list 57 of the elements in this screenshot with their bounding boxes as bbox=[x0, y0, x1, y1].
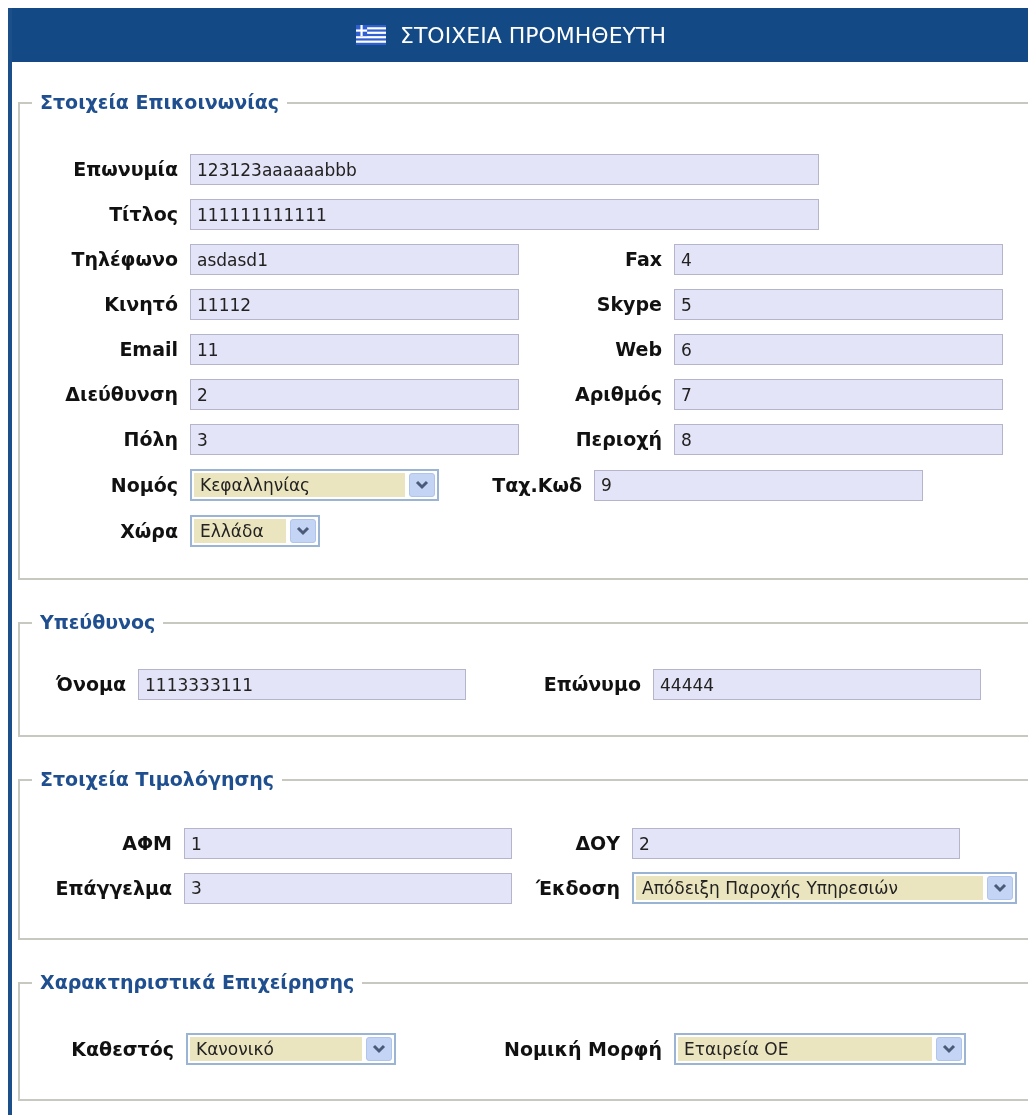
text-field[interactable]: 3 bbox=[190, 424, 519, 455]
text-field[interactable]: 123123aaaaaabbb bbox=[190, 154, 819, 185]
text-field[interactable]: 6 bbox=[674, 334, 1003, 365]
field-label: Web bbox=[614, 337, 662, 363]
field-label: Νομός bbox=[109, 472, 178, 498]
dropdown[interactable]: Κανονικό bbox=[186, 1033, 396, 1065]
field-label: Τίτλος bbox=[108, 202, 178, 228]
field-label: Αριθμός bbox=[573, 382, 662, 408]
dropdown[interactable]: Απόδειξη Παροχής Υπηρεσιών bbox=[632, 872, 1017, 904]
section-legend: Χαρακτηριστικά Επιχείρησης bbox=[32, 970, 363, 994]
dropdown[interactable]: Εταιρεία ΟΕ bbox=[674, 1033, 966, 1065]
chevron-down-icon bbox=[372, 1044, 386, 1054]
text-field[interactable]: 8 bbox=[674, 424, 1003, 455]
text-field[interactable]: 1113333111 bbox=[138, 669, 466, 700]
chevron-down-icon bbox=[942, 1044, 956, 1054]
text-field[interactable]: 11 bbox=[190, 334, 519, 365]
text-field[interactable]: 1 bbox=[184, 828, 512, 859]
field-label: Πόλη bbox=[122, 427, 178, 453]
field-label: Επώνυμο bbox=[542, 672, 641, 698]
text-field[interactable]: 5 bbox=[674, 289, 1003, 320]
text-field[interactable]: 44444 bbox=[653, 669, 981, 700]
section-legend: Υπεύθυνος bbox=[32, 610, 164, 634]
field-label: Νομική Μορφή bbox=[503, 1036, 662, 1062]
field-label: Έκδοση bbox=[535, 875, 620, 901]
section-legend: Στοιχεία Επικοινωνίας bbox=[32, 90, 287, 114]
text-field[interactable]: 2 bbox=[632, 828, 960, 859]
field-label: Χώρα bbox=[119, 518, 178, 544]
chevron-down-icon bbox=[296, 526, 310, 536]
text-field[interactable]: asdasd1 bbox=[190, 244, 519, 275]
section-legend: Στοιχεία Τιμολόγησης bbox=[32, 767, 282, 791]
text-field[interactable]: 11112 bbox=[190, 289, 519, 320]
field-label: Κινητό bbox=[103, 292, 178, 318]
greek-flag-icon bbox=[354, 25, 389, 45]
field-label: Διεύθυνση bbox=[64, 382, 178, 408]
dropdown[interactable]: Κεφαλληνίας bbox=[190, 469, 439, 501]
field-label: Επωνυμία bbox=[72, 157, 178, 183]
field-label: Επάγγελμα bbox=[54, 875, 172, 901]
text-field[interactable]: 7 bbox=[674, 379, 1003, 410]
field-label: Όνομα bbox=[55, 672, 126, 698]
header-title: ΣΤΟΙΧΕΙΑ ΠΡΟΜΗΘΕΥΤΗ bbox=[400, 21, 666, 50]
text-field[interactable]: 3 bbox=[184, 872, 512, 904]
field-label: Καθεστός bbox=[70, 1036, 174, 1062]
field-label: ΔΟΥ bbox=[574, 831, 620, 857]
text-field[interactable]: 111111111111 bbox=[190, 199, 819, 230]
field-label: Email bbox=[118, 337, 178, 363]
field-label: Περιοχή bbox=[574, 427, 662, 453]
dropdown[interactable]: Ελλάδα bbox=[190, 515, 320, 547]
text-field[interactable]: 2 bbox=[190, 379, 519, 410]
field-label: Ταχ.Κωδ bbox=[491, 472, 582, 498]
chevron-down-icon bbox=[415, 480, 429, 490]
field-label: Τηλέφωνο bbox=[70, 247, 178, 273]
text-field[interactable]: 9 bbox=[594, 469, 923, 501]
field-label: Skype bbox=[595, 292, 662, 318]
chevron-down-icon bbox=[993, 883, 1007, 893]
field-label: Fax bbox=[624, 247, 662, 273]
field-label: ΑΦΜ bbox=[121, 831, 172, 857]
text-field[interactable]: 4 bbox=[674, 244, 1003, 275]
